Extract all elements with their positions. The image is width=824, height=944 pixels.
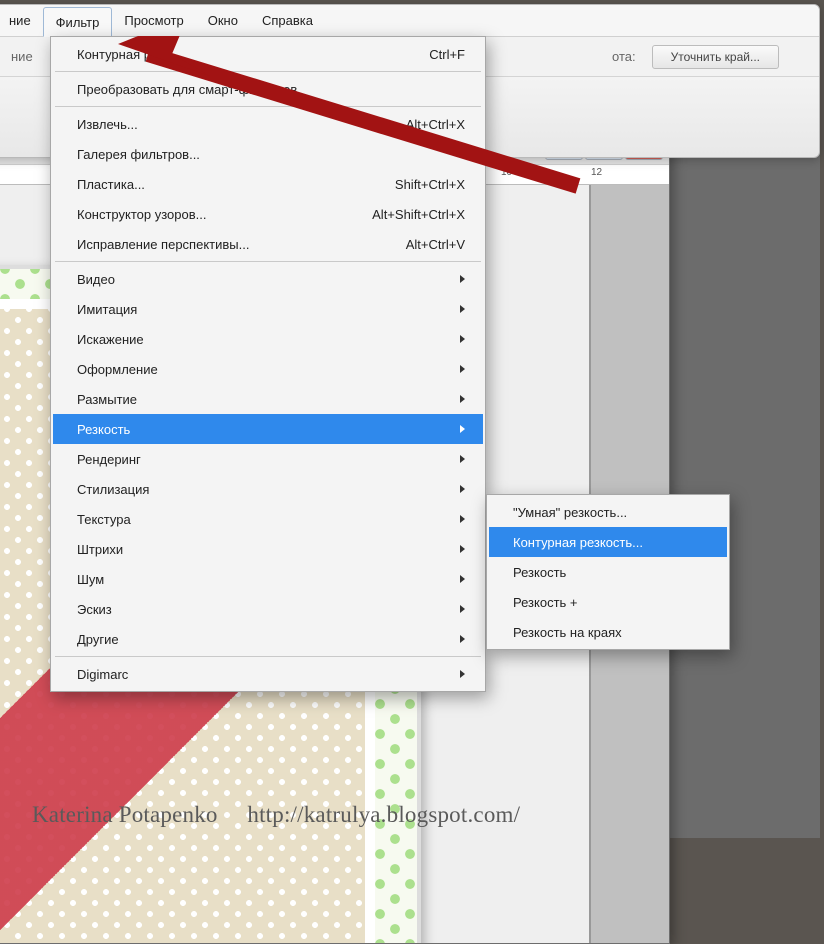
menu-window[interactable]: Окно [196,5,250,36]
dd-liquify[interactable]: Пластика... Shift+Ctrl+X [53,169,483,199]
dd-extract[interactable]: Извлечь... Alt+Ctrl+X [53,109,483,139]
optbar-height-label: ота: [612,49,636,64]
sm-sharpen-more[interactable]: Резкость + [489,587,727,617]
dd-label: Штрихи [77,542,123,557]
dd-shortcut: Alt+Ctrl+X [406,117,465,132]
optbar-left-label: ние [11,49,33,64]
submenu-arrow-icon [460,515,465,523]
sm-sharpen-edges[interactable]: Резкость на краях [489,617,727,647]
submenu-arrow-icon [460,575,465,583]
dd-label: Digimarc [77,667,128,682]
sm-sharpen[interactable]: Резкость [489,557,727,587]
dd-pixelate[interactable]: Оформление [53,354,483,384]
dd-label: Пластика... [77,177,145,192]
dd-label: Видео [77,272,115,287]
dd-convert-smart[interactable]: Преобразовать для смарт-фильтров [53,74,483,104]
dd-shortcut: Shift+Ctrl+X [395,177,465,192]
dd-sharpen[interactable]: Резкость [53,414,483,444]
submenu-arrow-icon [460,635,465,643]
submenu-arrow-icon [460,455,465,463]
dd-digimarc[interactable]: Digimarc [53,659,483,689]
submenu-arrow-icon [460,425,465,433]
dd-artistic[interactable]: Имитация [53,294,483,324]
menu-separator [55,71,481,72]
dd-sketch[interactable]: Эскиз [53,594,483,624]
menu-edit[interactable]: ние [0,5,43,36]
dd-distort[interactable]: Искажение [53,324,483,354]
menubar: ние Фильтр Просмотр Окно Справка [0,5,819,37]
dd-label: Преобразовать для смарт-фильтров [77,82,297,97]
sm-unsharp-mask[interactable]: Контурная резкость... [489,527,727,557]
sm-smart-sharpen[interactable]: "Умная" резкость... [489,497,727,527]
watermark: Katerina Potapenko http://katrulya.blogs… [32,802,520,828]
menu-filter[interactable]: Фильтр [43,7,113,37]
dd-video[interactable]: Видео [53,264,483,294]
dd-texture[interactable]: Текстура [53,504,483,534]
ruler-mark: 12 [591,167,602,178]
menu-separator [55,106,481,107]
dd-label: Стилизация [77,482,149,497]
dd-label: Оформление [77,362,158,377]
submenu-arrow-icon [460,395,465,403]
dd-last-filter[interactable]: Контурная ре Ctrl+F [53,39,483,69]
ruler-mark: 10 [501,167,512,178]
dd-shortcut: Alt+Shift+Ctrl+X [372,207,465,222]
dd-noise[interactable]: Шум [53,564,483,594]
menu-separator [55,261,481,262]
menu-help[interactable]: Справка [250,5,325,36]
dd-shortcut: Ctrl+F [429,47,465,62]
dd-label: Эскиз [77,602,112,617]
submenu-arrow-icon [460,485,465,493]
dd-label: Рендеринг [77,452,141,467]
submenu-arrow-icon [460,335,465,343]
dd-label: Извлечь... [77,117,138,132]
submenu-arrow-icon [460,305,465,313]
submenu-arrow-icon [460,545,465,553]
menu-view[interactable]: Просмотр [112,5,195,36]
dd-label: Размытие [77,392,137,407]
dd-label: Исправление перспективы... [77,237,249,252]
dd-label: Искажение [77,332,144,347]
dd-brush-strokes[interactable]: Штрихи [53,534,483,564]
dd-label: Шум [77,572,104,587]
menu-separator [55,656,481,657]
dd-pattern-maker[interactable]: Конструктор узоров... Alt+Shift+Ctrl+X [53,199,483,229]
dd-blur[interactable]: Размытие [53,384,483,414]
dd-filter-gallery[interactable]: Галерея фильтров... [53,139,483,169]
refine-edge-button[interactable]: Уточнить край... [652,45,779,69]
submenu-arrow-icon [460,275,465,283]
dd-label: Контурная ре [77,47,158,62]
dd-label: Текстура [77,512,131,527]
dd-label: Имитация [77,302,137,317]
submenu-arrow-icon [460,605,465,613]
sharpen-submenu: "Умная" резкость... Контурная резкость..… [486,494,730,650]
watermark-author: Katerina Potapenko [32,802,218,827]
dd-label: Резкость [77,422,130,437]
submenu-arrow-icon [460,365,465,373]
dd-label: Другие [77,632,119,647]
dd-label: Конструктор узоров... [77,207,206,222]
filter-dropdown: Контурная ре Ctrl+F Преобразовать для см… [50,36,486,692]
dd-label: Галерея фильтров... [77,147,200,162]
dd-vanishing-point[interactable]: Исправление перспективы... Alt+Ctrl+V [53,229,483,259]
dd-render[interactable]: Рендеринг [53,444,483,474]
dd-other[interactable]: Другие [53,624,483,654]
watermark-url: http://katrulya.blogspot.com/ [247,802,520,827]
dd-shortcut: Alt+Ctrl+V [406,237,465,252]
submenu-arrow-icon [460,670,465,678]
dd-stylize[interactable]: Стилизация [53,474,483,504]
